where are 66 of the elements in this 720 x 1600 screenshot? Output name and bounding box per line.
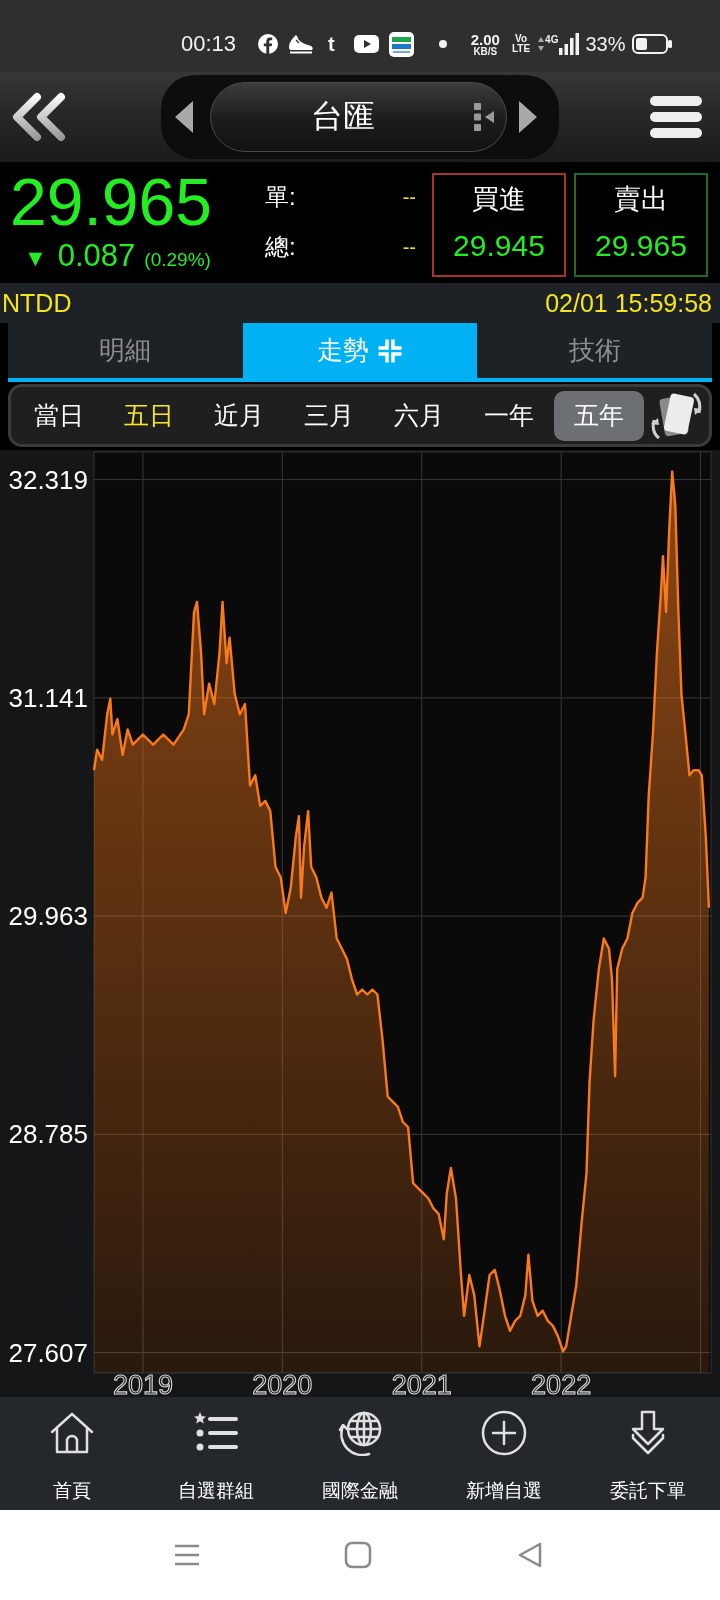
y-axis-label: 32.319 xyxy=(8,464,88,495)
title-pill[interactable]: 台匯 xyxy=(210,82,507,152)
status-time: 00:13 xyxy=(181,31,237,57)
period-tab[interactable]: 當日 xyxy=(14,390,104,441)
menu-icon[interactable] xyxy=(650,96,702,138)
period-tab[interactable]: 六月 xyxy=(374,390,464,441)
add-icon xyxy=(481,1410,527,1456)
stat-label: 單: xyxy=(265,182,296,212)
x-axis-label: 2021 xyxy=(391,1370,452,1397)
play-button-icon xyxy=(353,35,379,53)
signal-icon xyxy=(559,33,580,55)
caret-left-icon[interactable] xyxy=(175,101,193,133)
stat-value: -- xyxy=(402,185,416,209)
double-chevron-icon[interactable] xyxy=(10,92,68,142)
volte-label: LTE xyxy=(511,44,531,54)
period-tab[interactable]: 一年 xyxy=(464,390,554,441)
stat-label: 總: xyxy=(265,232,296,262)
back-icon[interactable] xyxy=(518,1542,542,1568)
data-arrows-icon xyxy=(538,37,545,51)
striped-tile-icon xyxy=(388,31,414,57)
y-axis-label: 31.141 xyxy=(8,682,88,713)
home-icon xyxy=(49,1410,95,1456)
period-tab[interactable]: 五年 xyxy=(554,390,644,441)
symbol-code: NTDD xyxy=(2,288,72,318)
volte-label: Vo xyxy=(515,34,528,44)
buy-quote-box[interactable]: 買進 29.945 xyxy=(432,173,566,277)
period-tab[interactable]: 三月 xyxy=(284,390,374,441)
period-tab[interactable]: 五日 xyxy=(104,390,194,441)
battery-percent: 33% xyxy=(585,32,626,56)
nav-button[interactable]: 首頁 xyxy=(0,1397,144,1510)
nav-button[interactable]: 自選群組 xyxy=(144,1397,288,1510)
last-price: 29.965 xyxy=(10,168,213,236)
globe-icon xyxy=(337,1410,383,1456)
x-axis-label: 2022 xyxy=(531,1370,592,1397)
x-axis-label: 2019 xyxy=(112,1370,173,1397)
instrument-name: 台匯 xyxy=(309,97,376,136)
caret-right-icon[interactable] xyxy=(519,101,537,133)
view-tab[interactable]: 明細 xyxy=(8,323,243,378)
nav-button[interactable]: 委託下單 xyxy=(576,1397,720,1510)
nav-button[interactable]: 國際金融 xyxy=(288,1397,432,1510)
sneaker-icon xyxy=(288,34,315,54)
change-arrow: ▼ xyxy=(24,244,47,273)
network-type: 4G xyxy=(545,33,559,45)
period-tab[interactable]: 近月 xyxy=(194,390,284,441)
quote-timestamp: 02/01 15:59:58 xyxy=(545,288,712,318)
square-icon[interactable] xyxy=(344,1541,372,1569)
dot-icon xyxy=(438,40,447,48)
change-percent: (0.29%) xyxy=(144,248,211,272)
y-axis-label: 28.785 xyxy=(8,1119,88,1150)
y-axis-label: 29.963 xyxy=(8,901,88,932)
list-toggle-icon xyxy=(474,103,494,131)
quote-side-price: 29.965 xyxy=(595,229,687,263)
nav-button[interactable]: 新增自選 xyxy=(432,1397,576,1510)
view-tab[interactable]: 技術 xyxy=(477,323,712,378)
network-speed-unit: KB/S xyxy=(473,46,498,57)
y-axis-label: 27.607 xyxy=(8,1337,88,1368)
network-speed: 2.00 xyxy=(470,31,500,47)
app-notification-glyph: t xyxy=(328,34,335,54)
sell-quote-box[interactable]: 賣出 29.965 xyxy=(574,173,708,277)
facebook-icon xyxy=(258,34,279,54)
quote-side-label: 賣出 xyxy=(614,183,668,216)
quote-side-label: 買進 xyxy=(472,183,526,216)
battery-icon xyxy=(632,34,673,54)
quote-side-price: 29.945 xyxy=(453,229,545,263)
stat-value: -- xyxy=(402,235,416,259)
price-change: 0.087 xyxy=(57,238,136,274)
